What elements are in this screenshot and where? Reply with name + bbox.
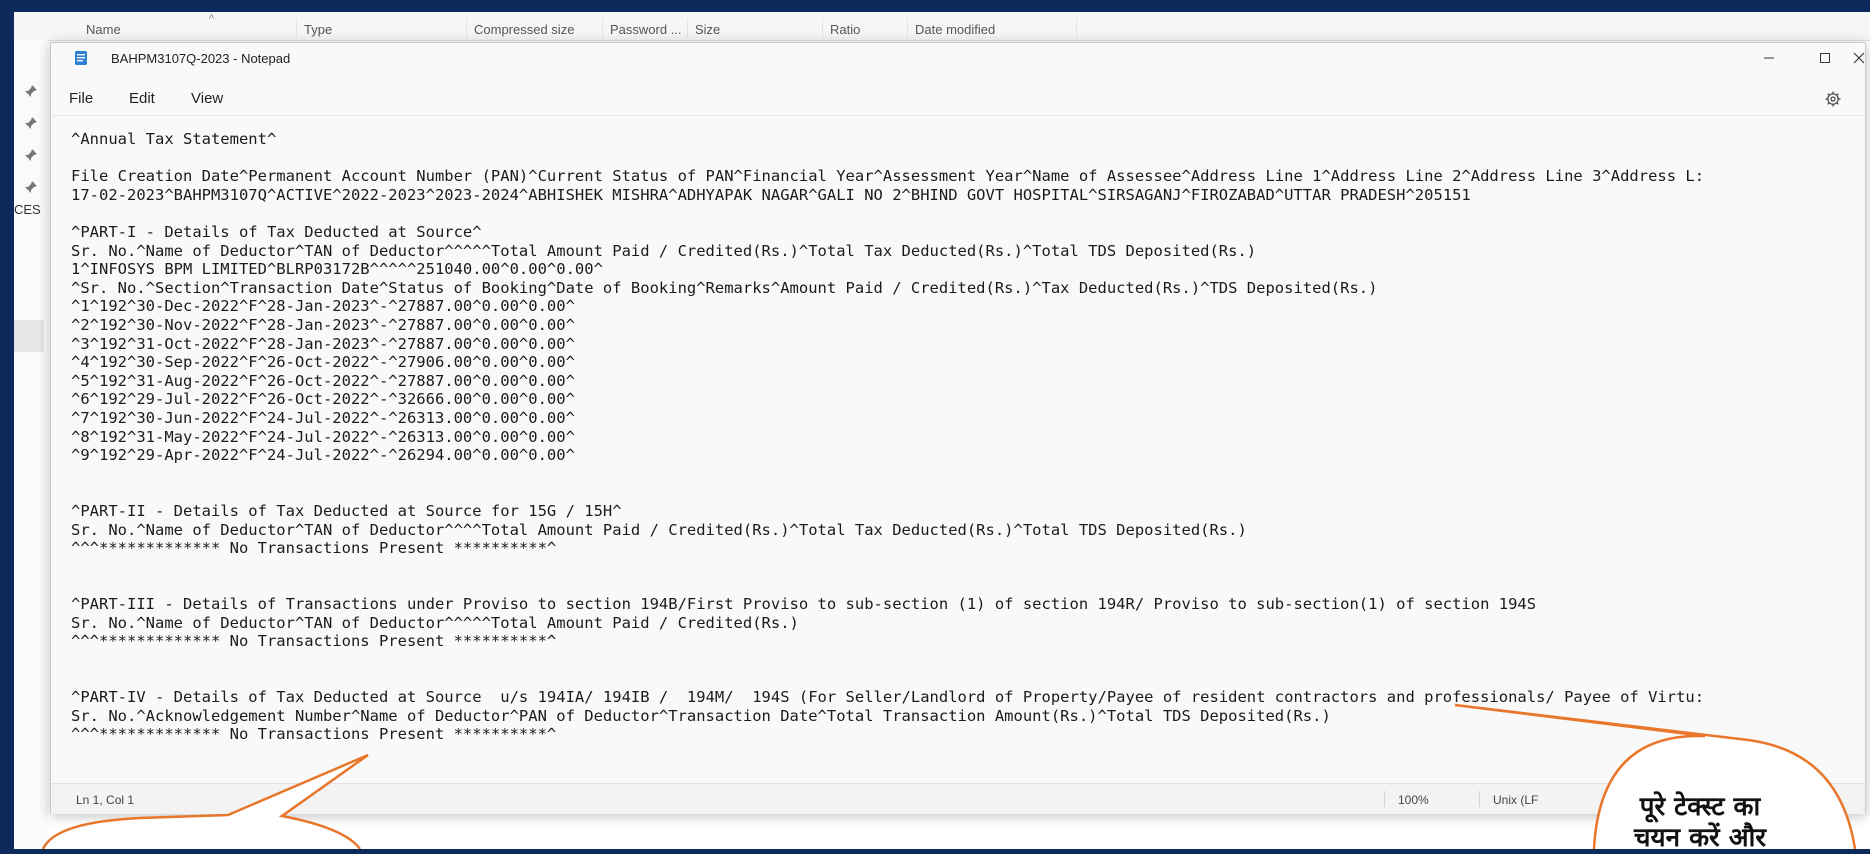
minimize-button[interactable] — [1741, 43, 1797, 73]
menu-view[interactable]: View — [191, 90, 223, 107]
text-line[interactable]: ^PART-I - Details of Tax Deducted at Sou… — [71, 223, 482, 241]
status-divider — [1479, 791, 1480, 807]
text-line[interactable]: ^PART-III - Details of Transactions unde… — [71, 595, 1536, 613]
column-header-password[interactable]: Password ... — [610, 22, 682, 37]
file-list-header: ^ Name Type Compressed size Password ...… — [14, 12, 1870, 41]
text-line[interactable]: File Creation Date^Permanent Account Num… — [71, 167, 1704, 185]
column-header-ratio[interactable]: Ratio — [830, 22, 860, 37]
menu-file[interactable]: File — [69, 90, 93, 107]
text-line[interactable]: ^6^192^29-Jul-2022^F^26-Oct-2022^-^32666… — [71, 390, 575, 408]
text-line[interactable]: ^PART-IV - Details of Tax Deducted at So… — [71, 688, 1704, 706]
sort-ascending-icon: ^ — [209, 13, 215, 25]
pin-icon[interactable] — [24, 148, 38, 162]
text-line[interactable]: Sr. No.^Acknowledgement Number^Name of D… — [71, 707, 1331, 725]
notepad-window: BAHPM3107Q-2023 - Notepad File Edit View… — [50, 42, 1866, 814]
text-line[interactable]: ^2^192^30-Nov-2022^F^28-Jan-2023^-^27887… — [71, 316, 575, 334]
text-line[interactable]: 17-02-2023^BAHPM3107Q^ACTIVE^2022-2023^2… — [71, 186, 1471, 204]
callout-line-1: पूरे टेक्स्ट का — [1639, 792, 1761, 822]
line-ending[interactable]: Unix (LF — [1493, 793, 1538, 807]
navigation-pane: CES — [14, 40, 48, 849]
column-header-size[interactable]: Size — [695, 22, 720, 37]
status-divider — [1384, 791, 1385, 807]
column-divider[interactable] — [296, 18, 297, 38]
text-line[interactable]: ^^^************* No Transactions Present… — [71, 632, 556, 650]
column-header-type[interactable]: Type — [304, 22, 332, 37]
pin-icon[interactable] — [24, 84, 38, 98]
text-editor[interactable]: ^Annual Tax Statement^ File Creation Date… — [51, 115, 1865, 784]
text-line[interactable]: ^4^192^30-Sep-2022^F^26-Oct-2022^-^27906… — [71, 353, 575, 371]
callout-line-2: चयन करें और — [1634, 823, 1766, 853]
column-header-compressed-size[interactable]: Compressed size — [474, 22, 574, 37]
settings-gear-icon[interactable] — [1824, 90, 1842, 108]
pin-icon[interactable] — [24, 116, 38, 130]
callout-text: पूरे टेक्स्ट का चयन करें और — [1598, 792, 1802, 854]
text-line[interactable]: ^3^192^31-Oct-2022^F^28-Jan-2023^-^27887… — [71, 335, 575, 353]
text-line[interactable]: 1^INFOSYS BPM LIMITED^BLRP03172B^^^^^251… — [71, 260, 603, 278]
pin-icon[interactable] — [24, 180, 38, 194]
cursor-position: Ln 1, Col 1 — [76, 793, 135, 807]
text-line[interactable]: Sr. No.^Name of Deductor^TAN of Deductor… — [71, 521, 1247, 539]
text-line[interactable]: ^9^192^29-Apr-2022^F^24-Jul-2022^-^26294… — [71, 446, 575, 464]
close-icon — [1853, 52, 1865, 64]
text-line[interactable]: ^^^************* No Transactions Present… — [71, 725, 556, 743]
minimize-icon — [1764, 57, 1774, 59]
column-divider[interactable] — [822, 18, 823, 38]
text-line[interactable]: Sr. No.^Name of Deductor^TAN of Deductor… — [71, 242, 1256, 260]
maximize-icon — [1820, 53, 1830, 63]
text-line[interactable]: ^8^192^31-May-2022^F^24-Jul-2022^-^26313… — [71, 428, 575, 446]
title-bar[interactable]: BAHPM3107Q-2023 - Notepad — [51, 43, 1865, 73]
text-line[interactable]: ^Annual Tax Statement^ — [71, 130, 276, 148]
nav-item-label[interactable]: CES — [14, 202, 41, 217]
menu-bar: File Edit View — [51, 81, 1865, 115]
column-divider[interactable] — [1076, 18, 1077, 38]
window-title: BAHPM3107Q-2023 - Notepad — [111, 51, 291, 66]
column-header-name[interactable]: Name — [86, 22, 121, 37]
column-divider[interactable] — [466, 18, 467, 38]
menu-edit[interactable]: Edit — [129, 90, 155, 107]
text-line[interactable]: ^^^************* No Transactions Present… — [71, 539, 556, 557]
text-line[interactable]: ^7^192^30-Jun-2022^F^24-Jul-2022^-^26313… — [71, 409, 575, 427]
column-header-date-modified[interactable]: Date modified — [915, 22, 995, 37]
column-divider[interactable] — [687, 18, 688, 38]
notepad-icon — [75, 51, 87, 65]
text-line[interactable]: ^1^192^30-Dec-2022^F^28-Jan-2023^-^27887… — [71, 297, 575, 315]
column-divider[interactable] — [602, 18, 603, 38]
nav-selected-item[interactable] — [14, 320, 44, 352]
text-line[interactable]: ^PART-II - Details of Tax Deducted at So… — [71, 502, 622, 520]
text-line[interactable]: ^Sr. No.^Section^Transaction Date^Status… — [71, 279, 1377, 297]
zoom-level[interactable]: 100% — [1398, 793, 1429, 807]
status-bar: Ln 1, Col 1 100% Unix (LF — [51, 783, 1865, 814]
maximize-button[interactable] — [1797, 43, 1853, 73]
column-divider[interactable] — [907, 18, 908, 38]
text-line[interactable]: Sr. No.^Name of Deductor^TAN of Deductor… — [71, 614, 799, 632]
text-line[interactable]: ^5^192^31-Aug-2022^F^26-Oct-2022^-^27887… — [71, 372, 575, 390]
close-button[interactable] — [1853, 43, 1865, 73]
